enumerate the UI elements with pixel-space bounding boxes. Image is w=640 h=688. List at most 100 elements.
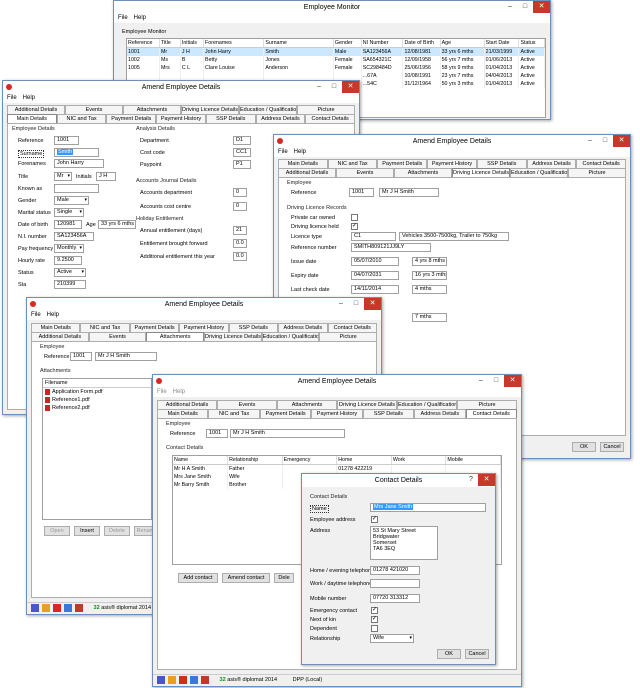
file-item[interactable]: Application Form.pdf xyxy=(43,388,151,396)
tab-address-details[interactable]: Address Details xyxy=(255,114,306,123)
close-button[interactable]: ✕ xyxy=(504,375,521,387)
dependent-checkbox[interactable] xyxy=(371,625,378,632)
work-phone-field[interactable] xyxy=(370,579,420,588)
analysis-field[interactable]: P1 xyxy=(233,160,251,169)
file-item[interactable]: Reference1.pdf xyxy=(43,396,151,404)
open-button[interactable]: Open xyxy=(44,526,70,536)
holiday-field[interactable]: 0.0 xyxy=(233,252,247,261)
tab-driving-licence-details[interactable]: Driving Licence Details xyxy=(337,400,397,409)
tab-contact-details[interactable]: Contact Details xyxy=(327,323,377,332)
menu-file[interactable]: File xyxy=(157,389,167,395)
minimize-button[interactable]: – xyxy=(313,81,325,93)
field-input[interactable]: Single ▾ xyxy=(54,208,84,217)
menu-file[interactable]: File xyxy=(31,312,41,318)
menu-file[interactable]: File xyxy=(118,15,128,21)
tab-education-qualifications[interactable]: Education / Qualifications xyxy=(239,105,297,114)
menu-help[interactable]: Help xyxy=(173,389,185,395)
cancel-button[interactable]: Cancel xyxy=(465,649,489,659)
tab-payment-history[interactable]: Payment History xyxy=(311,409,363,418)
contact-button[interactable]: Dele xyxy=(274,573,294,583)
field-input[interactable]: SA123456A xyxy=(54,232,94,241)
field-input[interactable]: Monthly ▾ xyxy=(54,244,84,253)
tab-events[interactable]: Events xyxy=(65,105,123,114)
next-of-kin-checkbox[interactable]: ✓ xyxy=(371,616,378,623)
reference-field[interactable]: 1001 xyxy=(206,429,228,438)
field-input[interactable]: Mr ▾ xyxy=(54,172,72,181)
relationship-select[interactable]: Wife ▾ xyxy=(370,634,414,643)
field-input[interactable]: Male ▾ xyxy=(54,196,89,205)
field-input[interactable]: 210399 xyxy=(54,280,86,289)
licence-held-checkbox[interactable]: ✓ xyxy=(351,223,358,230)
tab-main-details[interactable]: Main Details xyxy=(157,409,209,418)
minimize-button[interactable]: – xyxy=(335,298,347,310)
employee-address-checkbox[interactable]: ✓ xyxy=(371,516,378,523)
tab-additional-details[interactable]: Additional Details xyxy=(31,332,89,341)
tab-ssp-details[interactable]: SSP Details xyxy=(476,159,527,168)
maximize-button[interactable]: □ xyxy=(328,81,340,93)
tab-education-qualifications[interactable]: Education / Qualifications xyxy=(261,332,320,341)
menu-help[interactable]: Help xyxy=(294,149,306,155)
tab-ssp-details[interactable]: SSP Details xyxy=(362,409,415,418)
field-input[interactable]: 1001 xyxy=(54,136,79,145)
tab-nic-and-tax[interactable]: NIC and Tax xyxy=(80,323,130,332)
tab-address-details[interactable]: Address Details xyxy=(526,159,577,168)
maximize-button[interactable]: □ xyxy=(519,1,531,13)
column-header[interactable]: Status xyxy=(518,39,545,48)
name-field[interactable]: Mrs Jane Smith xyxy=(370,503,486,512)
close-button[interactable]: ✕ xyxy=(342,81,359,93)
column-header[interactable]: Emergency xyxy=(282,456,338,465)
field-input[interactable]: 9.2500 xyxy=(54,256,82,265)
menu-file[interactable]: File xyxy=(7,95,17,101)
tab-payment-details[interactable]: Payment Details xyxy=(259,409,312,418)
expiry-date-field[interactable]: 04/07/2031 xyxy=(351,271,399,280)
holiday-field[interactable]: 21 xyxy=(233,226,247,235)
tab-main-details[interactable]: Main Details xyxy=(7,114,57,123)
home-phone-field[interactable]: 01278 421020 xyxy=(370,566,420,575)
last-check-field[interactable]: 14/11/2014 xyxy=(351,285,399,294)
tab-picture[interactable]: Picture xyxy=(568,168,626,177)
maximize-button[interactable]: □ xyxy=(599,135,611,147)
emergency-checkbox[interactable]: ✓ xyxy=(371,607,378,614)
licence-type-field[interactable]: C1 xyxy=(351,232,396,241)
column-header[interactable]: Start Date xyxy=(484,39,520,48)
attachments-list[interactable]: Filename Application Form.pdf Reference1.… xyxy=(42,378,152,520)
tab-events[interactable]: Events xyxy=(336,168,394,177)
field-input[interactable]: Active ▾ xyxy=(54,268,86,277)
column-header[interactable]: Name xyxy=(173,456,229,465)
tab-additional-details[interactable]: Additional Details xyxy=(157,400,217,409)
initials-field[interactable]: J H xyxy=(96,172,116,181)
tab-attachments[interactable]: Attachments xyxy=(394,168,452,177)
tab-address-details[interactable]: Address Details xyxy=(414,409,466,418)
menu-help[interactable]: Help xyxy=(23,95,35,101)
column-header[interactable]: NI Number xyxy=(361,39,404,48)
close-button[interactable]: ✕ xyxy=(533,1,550,13)
tab-payment-history[interactable]: Payment History xyxy=(179,323,229,332)
tab-nic-and-tax[interactable]: NIC and Tax xyxy=(327,159,378,168)
ok-button[interactable]: OK xyxy=(572,442,596,452)
close-button[interactable]: ✕ xyxy=(364,298,381,310)
column-header[interactable]: Surname xyxy=(263,39,334,48)
tab-payment-details[interactable]: Payment Details xyxy=(377,159,428,168)
tab-payment-history[interactable]: Payment History xyxy=(427,159,477,168)
reference-field[interactable]: 1001 xyxy=(70,352,92,361)
journal-field[interactable]: 0 xyxy=(233,188,247,197)
reference-number-field[interactable]: SMITH809121JJ9LY xyxy=(351,243,431,252)
tab-additional-details[interactable]: Additional Details xyxy=(278,168,336,177)
cancel-button[interactable]: Cancel xyxy=(600,442,624,452)
tab-nic-and-tax[interactable]: NIC and Tax xyxy=(56,114,107,123)
menu-help[interactable]: Help xyxy=(134,15,146,21)
tab-main-details[interactable]: Main Details xyxy=(278,159,328,168)
column-header[interactable]: Work xyxy=(391,456,447,465)
column-header[interactable]: Forenames xyxy=(203,39,265,48)
tab-address-details[interactable]: Address Details xyxy=(278,323,328,332)
column-header[interactable]: Age xyxy=(440,39,485,48)
column-header[interactable]: Initials xyxy=(180,39,205,48)
column-header[interactable]: Gender xyxy=(333,39,362,48)
tab-ssp-details[interactable]: SSP Details xyxy=(205,114,256,123)
maximize-button[interactable]: □ xyxy=(490,375,502,387)
issue-date-field[interactable]: 05/07/2010 xyxy=(351,257,399,266)
private-car-checkbox[interactable] xyxy=(351,214,358,221)
tab-events[interactable]: Events xyxy=(217,400,277,409)
menu-file[interactable]: File xyxy=(278,149,288,155)
maximize-button[interactable]: □ xyxy=(350,298,362,310)
